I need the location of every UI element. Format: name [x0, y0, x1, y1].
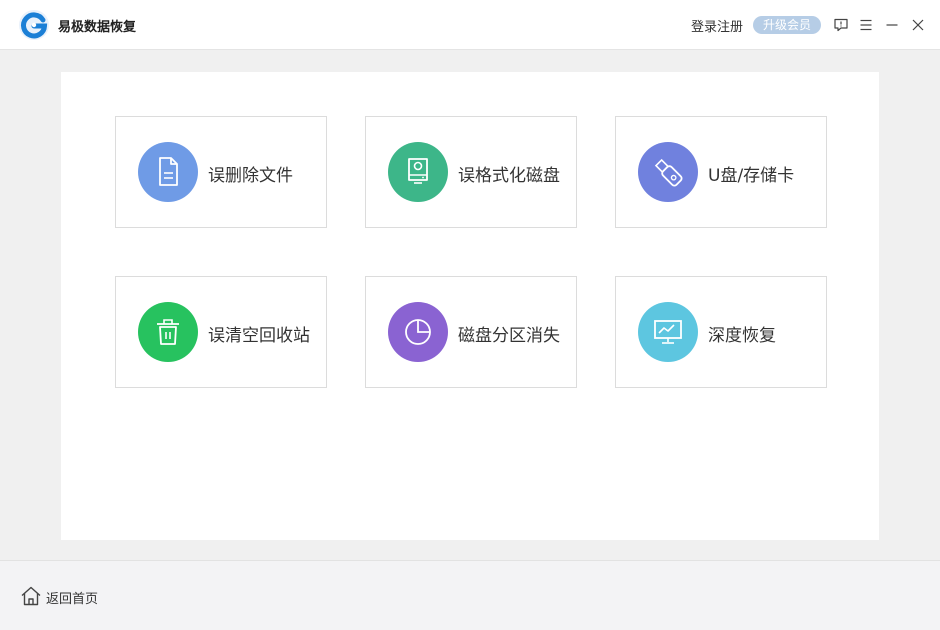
- card-deep-recovery[interactable]: 深度恢复: [615, 276, 827, 388]
- card-icon-circle: [638, 142, 698, 202]
- card-label: 误格式化磁盘: [458, 166, 560, 186]
- app-logo-icon: [18, 9, 50, 41]
- trash-icon: [157, 319, 179, 345]
- footer-bar: 返回首页: [0, 560, 940, 630]
- card-label: 误清空回收站: [208, 326, 310, 346]
- home-icon: [21, 586, 41, 606]
- login-register-link[interactable]: 登录注册: [691, 16, 743, 35]
- pie-chart-icon: [405, 319, 431, 345]
- card-lost-partition[interactable]: 磁盘分区消失: [365, 276, 577, 388]
- card-formatted-disk[interactable]: 误格式化磁盘: [365, 116, 577, 228]
- feedback-icon[interactable]: [831, 15, 851, 35]
- minimize-icon[interactable]: [882, 15, 902, 35]
- card-label: U盘/存储卡: [708, 166, 795, 186]
- close-icon[interactable]: [908, 15, 928, 35]
- card-icon-circle: [388, 142, 448, 202]
- document-icon: [159, 157, 178, 186]
- card-label: 深度恢复: [708, 326, 776, 346]
- card-deleted-files[interactable]: 误删除文件: [115, 116, 327, 228]
- card-icon-circle: [138, 142, 198, 202]
- card-icon-circle: [638, 302, 698, 362]
- card-label: 磁盘分区消失: [458, 326, 560, 346]
- hard-disk-icon: [408, 158, 428, 184]
- card-label: 误删除文件: [208, 166, 293, 186]
- card-recycle-bin[interactable]: 误清空回收站: [115, 276, 327, 388]
- main-panel: 误删除文件 误格式化磁盘 U盘/存储卡 误清空回收站 磁盘分区消失 深度恢复: [61, 72, 879, 540]
- upgrade-vip-button[interactable]: 升级会员: [753, 16, 821, 34]
- card-icon-circle: [138, 302, 198, 362]
- menu-icon[interactable]: [856, 15, 876, 35]
- title-bar: 易极数据恢复 登录注册 升级会员: [0, 0, 940, 50]
- back-home-label: 返回首页: [46, 592, 99, 607]
- app-title: 易极数据恢复: [58, 20, 137, 35]
- monitor-chart-icon: [654, 320, 682, 344]
- card-icon-circle: [388, 302, 448, 362]
- usb-drive-icon: [654, 158, 683, 187]
- card-usb-storage[interactable]: U盘/存储卡: [615, 116, 827, 228]
